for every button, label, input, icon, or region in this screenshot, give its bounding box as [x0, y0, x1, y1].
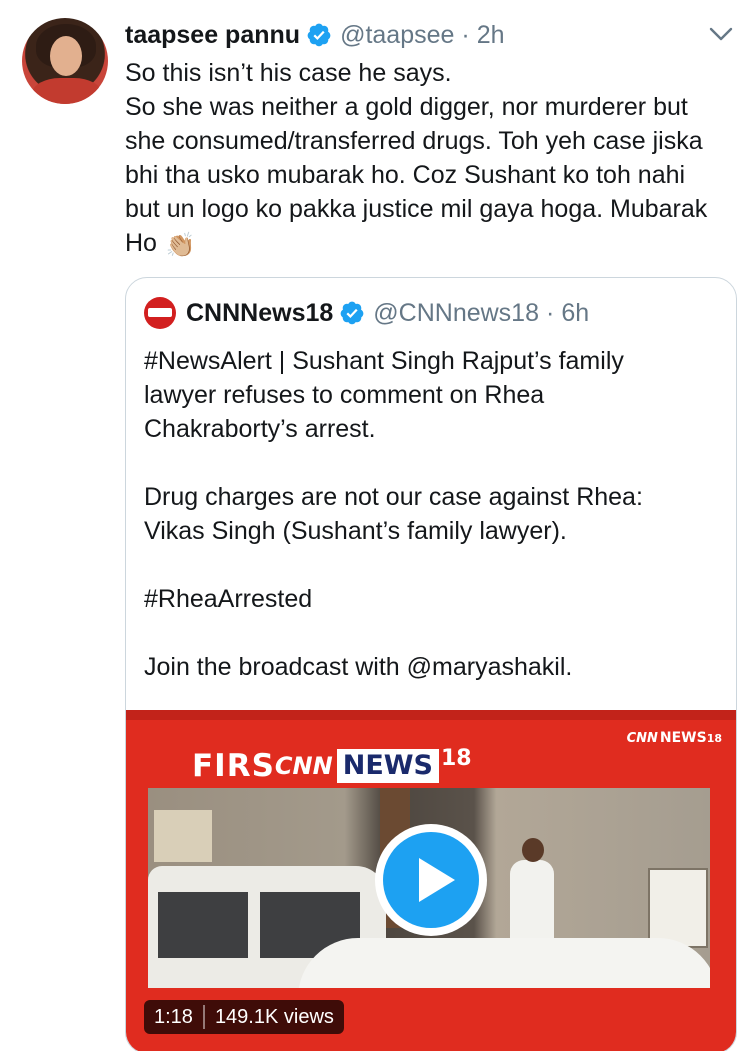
cnn-news18-watermark: CNN NEWS 18 — [626, 730, 722, 746]
play-button-icon[interactable] — [371, 820, 491, 940]
person-on-phone — [510, 838, 554, 950]
avatar-face — [50, 36, 82, 76]
tweet-line: but un logo ko pakka justice mil gaya ho… — [125, 195, 708, 223]
tweet-header: taapsee pannu @taapsee · 2h — [125, 18, 505, 52]
tweet-line: she consumed/transferred drugs. Toh yeh … — [125, 127, 703, 155]
quoted-display-name: CNNNews18 — [186, 298, 334, 327]
display-name[interactable]: taapsee pannu — [125, 21, 300, 50]
first-on-cnn-news18-bug: FIRS CNN NEWS 18 — [192, 746, 472, 784]
tweet-line-last: Ho 👏🏼 — [125, 226, 740, 263]
quoted-tweet-header: CNNNews18 @CNNnews18 · 6h — [144, 296, 589, 330]
avatar[interactable] — [22, 18, 108, 104]
wall-notice — [648, 868, 708, 948]
quoted-tweet-text: #NewsAlert | Sushant Singh Rajput’s fami… — [144, 344, 724, 684]
tweet-line: So she was neither a gold digger, nor mu… — [125, 93, 688, 121]
quoted-tweet[interactable]: CNNNews18 @CNNnews18 · 6h #NewsAlert | S… — [125, 277, 737, 1051]
chevron-down-icon[interactable] — [708, 24, 734, 44]
timestamp[interactable]: 2h — [477, 21, 505, 50]
white-car — [298, 938, 710, 988]
view-count: 149.1K views — [214, 1005, 334, 1028]
tweet-line: bhi tha usko mubarak ho. Coz Sushant ko … — [125, 161, 686, 189]
cnn-news18-logo — [144, 297, 176, 329]
separator-dot: · — [461, 20, 470, 49]
verified-badge-icon — [340, 301, 364, 325]
verified-badge-icon — [307, 23, 331, 47]
hashtag-link: #RheaArrested — [144, 585, 313, 613]
tweet-line-text: Ho — [125, 229, 157, 257]
tweet: taapsee pannu @taapsee · 2h So this isn’… — [0, 0, 750, 1051]
video-duration: 1:18 — [154, 1005, 193, 1028]
clapping-hands-emoji: 👏🏼 — [165, 232, 196, 259]
quote-line: lawyer refuses to comment on Rhea — [144, 381, 545, 409]
separator-dot: · — [546, 298, 555, 327]
video-top-strip — [126, 710, 736, 720]
quote-line: Drug charges are not our case against Rh… — [144, 483, 643, 511]
quote-line: Chakraborty’s arrest. — [144, 415, 376, 443]
avatar-shirt — [32, 78, 102, 104]
video-stats: 1:18 149.1K views — [144, 1000, 344, 1034]
quote-line: Vikas Singh (Sushant’s family lawyer). — [144, 517, 567, 545]
handle[interactable]: @taapsee — [340, 21, 454, 50]
quote-line: Join the broadcast with @maryashakil. — [144, 653, 573, 681]
quoted-handle: @CNNnews18 — [373, 298, 539, 327]
wall-signboard — [154, 810, 212, 862]
quoted-timestamp: 6h — [561, 298, 590, 327]
quote-line: #NewsAlert | Sushant Singh Rajput’s fami… — [144, 347, 624, 375]
tweet-line: So this isn’t his case he says. — [125, 59, 452, 87]
video-player[interactable]: CNN NEWS 18 FIRS CNN NEWS 18 1:18 149.1K… — [126, 710, 736, 1051]
tweet-text: So this isn’t his case he says. So she w… — [125, 56, 740, 263]
